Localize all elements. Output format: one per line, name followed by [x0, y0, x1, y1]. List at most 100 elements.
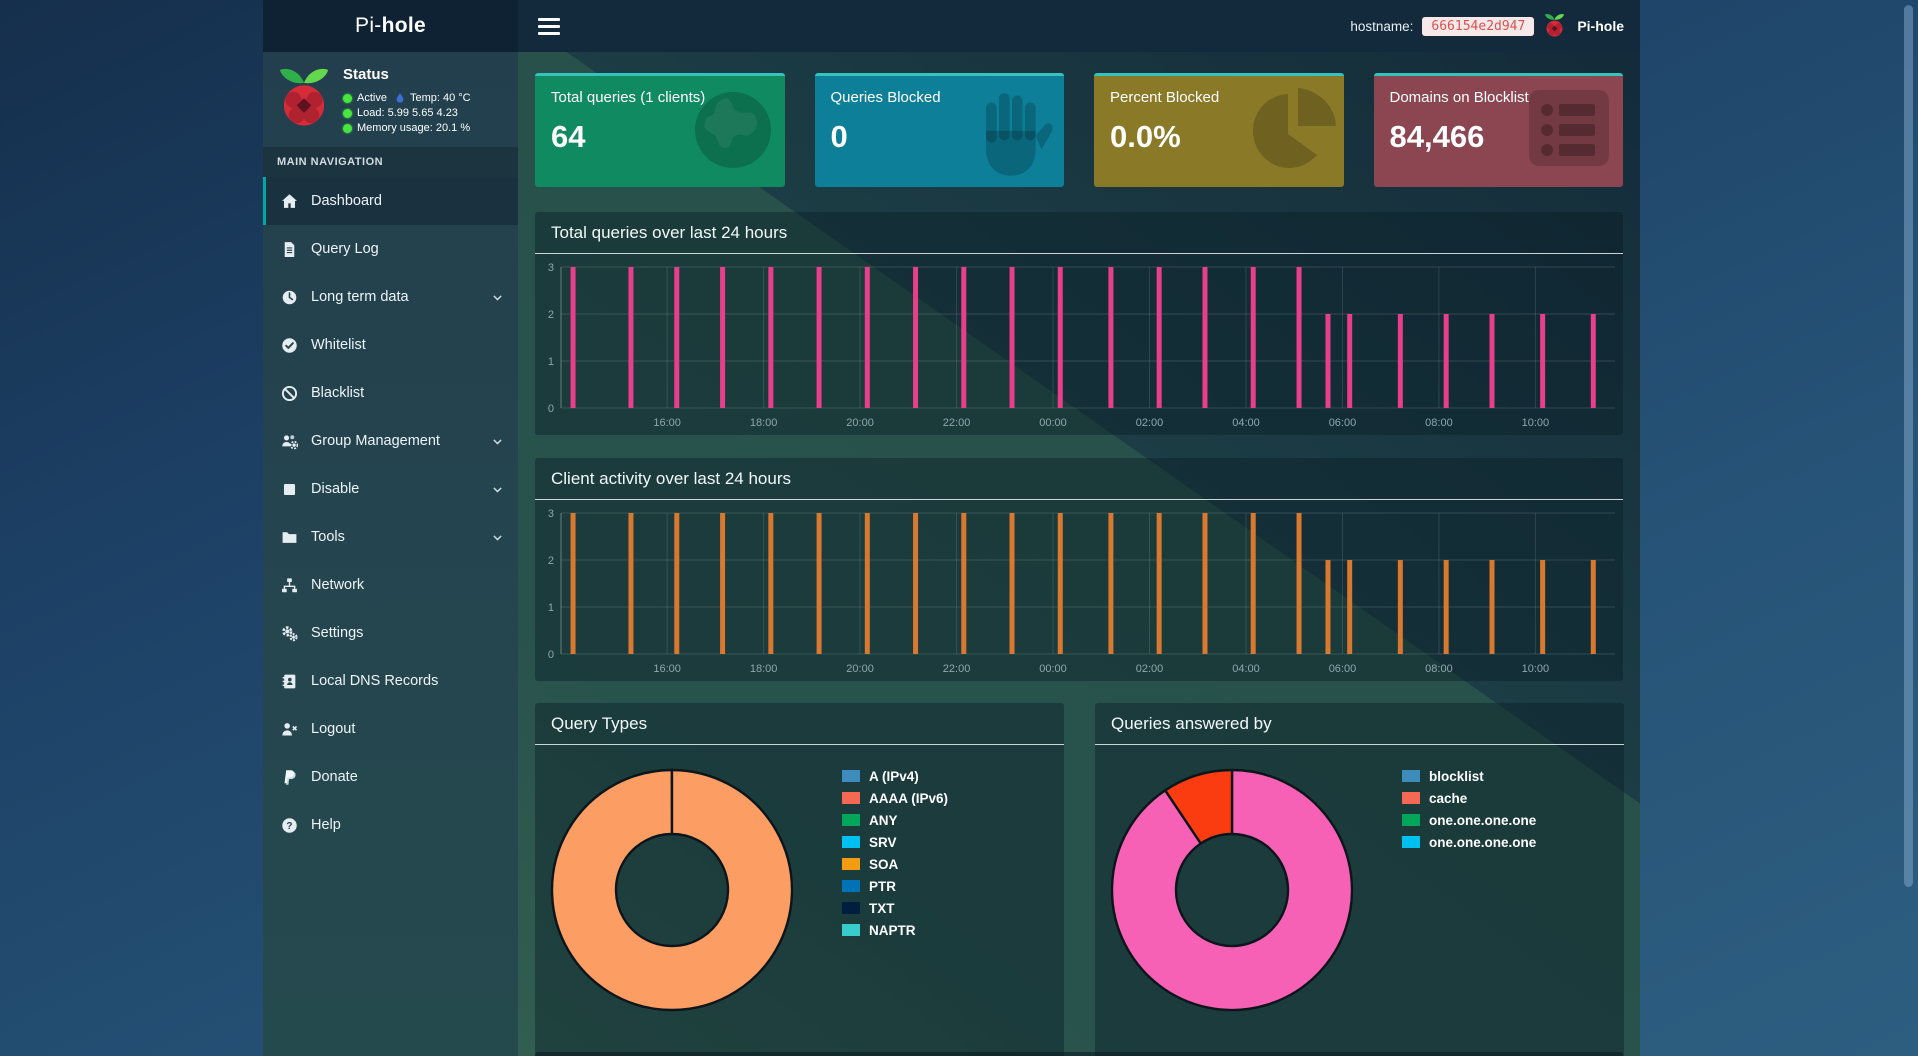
- brand-logo[interactable]: Pi-hole: [263, 0, 518, 52]
- legend-item[interactable]: PTR: [842, 875, 948, 897]
- temperature-icon: [395, 92, 405, 104]
- svg-text:02:00: 02:00: [1136, 663, 1164, 675]
- svg-text:20:00: 20:00: [846, 417, 874, 429]
- svg-text:2: 2: [548, 309, 554, 321]
- sidebar-item-local-dns-records[interactable]: Local DNS Records: [263, 657, 518, 705]
- sidebar-item-blacklist[interactable]: Blacklist: [263, 369, 518, 417]
- total-queries-bar-chart[interactable]: 012316:0018:0020:0022:0000:0002:0004:000…: [535, 255, 1623, 435]
- legend-swatch: [1402, 836, 1420, 848]
- raspberry-logo-icon: [275, 66, 333, 137]
- box-header: Queries answered by: [1095, 703, 1624, 745]
- legend-label: one.one.one.one: [1429, 813, 1536, 828]
- status-panel: Status Active Temp: 40 °C Load: 5.99 5.6…: [263, 52, 518, 147]
- client-activity-chart-box: Client activity over last 24 hours 01231…: [535, 458, 1623, 681]
- svg-text:22:00: 22:00: [943, 417, 971, 429]
- sidebar-item-label: Local DNS Records: [311, 673, 438, 689]
- card-title: Total queries (1 clients): [551, 89, 769, 106]
- queries-answered-legend: blocklist cache one.one.one.one one.one.one…: [1402, 765, 1536, 853]
- total-queries-chart-box: Total queries over last 24 hours 012316:…: [535, 212, 1623, 435]
- question-circle-icon: ?: [281, 817, 298, 834]
- legend-item[interactable]: AAAA (IPv6): [842, 787, 948, 809]
- sidebar-item-tools[interactable]: Tools: [263, 513, 518, 561]
- sidebar-item-disable[interactable]: Disable: [263, 465, 518, 513]
- gears-icon: [281, 625, 298, 642]
- sidebar-item-dashboard[interactable]: Dashboard: [263, 177, 518, 225]
- legend-swatch: [1402, 814, 1420, 826]
- legend-swatch: [842, 770, 860, 782]
- legend-item[interactable]: one.one.one.one: [1402, 831, 1536, 853]
- status-row-memory: Memory usage: 20.1 %: [343, 122, 471, 134]
- query-types-donut-chart[interactable]: [547, 765, 797, 1015]
- sidebar-item-logout[interactable]: Logout: [263, 705, 518, 753]
- svg-text:10:00: 10:00: [1522, 417, 1550, 429]
- legend-item[interactable]: SRV: [842, 831, 948, 853]
- sidebar-toggle-icon[interactable]: [538, 18, 560, 35]
- sidebar-item-group-management[interactable]: Group Management: [263, 417, 518, 465]
- next-box-edge: [535, 1052, 1623, 1056]
- status-active-label: Active: [357, 92, 387, 104]
- sidebar-item-network[interactable]: Network: [263, 561, 518, 609]
- legend-swatch: [842, 814, 860, 826]
- svg-text:20:00: 20:00: [846, 663, 874, 675]
- summary-cards-row: Total queries (1 clients) 64 Queries Blo…: [535, 73, 1623, 187]
- legend-swatch: [842, 924, 860, 936]
- sidebar-item-label: Help: [311, 817, 341, 833]
- sidebar-item-help[interactable]: ? Help: [263, 801, 518, 849]
- legend-swatch: [842, 902, 860, 914]
- content-wrapper: Total queries (1 clients) 64 Queries Blo…: [518, 52, 1640, 1056]
- card-value: 84,466: [1390, 119, 1608, 155]
- client-activity-bar-chart[interactable]: 012316:0018:0020:0022:0000:0002:0004:000…: [535, 501, 1623, 681]
- legend-item[interactable]: ANY: [842, 809, 948, 831]
- status-temp-label: Temp: 40 °C: [410, 92, 471, 104]
- legend-swatch: [842, 858, 860, 870]
- navbar-right: hostname: 666154e2d947: [1350, 13, 1624, 39]
- svg-text:04:00: 04:00: [1232, 417, 1260, 429]
- sidebar-item-label: Network: [311, 577, 364, 593]
- legend-item[interactable]: NAPTR: [842, 919, 948, 941]
- legend-label: PTR: [869, 879, 896, 894]
- status-title: Status: [343, 66, 471, 83]
- card-value: 0: [831, 119, 1049, 155]
- network-icon: [281, 577, 298, 594]
- stop-icon: [281, 481, 298, 498]
- legend-item[interactable]: blocklist: [1402, 765, 1536, 787]
- vertical-scrollbar[interactable]: [1904, 5, 1913, 887]
- svg-text:00:00: 00:00: [1039, 663, 1067, 675]
- sidebar-item-query-log[interactable]: Query Log: [263, 225, 518, 273]
- svg-text:02:00: 02:00: [1136, 417, 1164, 429]
- legend-item[interactable]: cache: [1402, 787, 1536, 809]
- sidebar-item-long-term-data[interactable]: Long term data: [263, 273, 518, 321]
- chevron-down-icon: [491, 435, 504, 448]
- box-header: Client activity over last 24 hours: [535, 458, 1623, 500]
- card-value: 0.0%: [1110, 119, 1328, 155]
- legend-swatch: [1402, 770, 1420, 782]
- legend-item[interactable]: one.one.one.one: [1402, 809, 1536, 831]
- queries-answered-donut-chart[interactable]: [1107, 765, 1357, 1015]
- paypal-icon: [281, 769, 298, 786]
- status-load-label: Load: 5.99 5.65 4.23: [357, 107, 458, 119]
- legend-label: SOA: [869, 857, 898, 872]
- sidebar-item-donate[interactable]: Donate: [263, 753, 518, 801]
- brand-prefix: Pi-: [355, 14, 382, 38]
- user-times-icon: [281, 721, 298, 738]
- status-dot-icon: [343, 109, 352, 118]
- page-background: Pi-hole hostname: 666154e2d947: [0, 0, 1918, 1056]
- sidebar-item-label: Query Log: [311, 241, 379, 257]
- status-row-active: Active Temp: 40 °C: [343, 92, 471, 104]
- sidebar-item-settings[interactable]: Settings: [263, 609, 518, 657]
- sidebar-item-label: Blacklist: [311, 385, 364, 401]
- sidebar-item-whitelist[interactable]: Whitelist: [263, 321, 518, 369]
- legend-item[interactable]: SOA: [842, 853, 948, 875]
- chevron-down-icon: [491, 483, 504, 496]
- svg-text:2: 2: [548, 555, 554, 567]
- box-title: Total queries over last 24 hours: [551, 223, 787, 243]
- svg-text:3: 3: [548, 262, 554, 274]
- legend-item[interactable]: TXT: [842, 897, 948, 919]
- app-name: Pi-hole: [1577, 18, 1624, 34]
- svg-text:00:00: 00:00: [1039, 417, 1067, 429]
- legend-item[interactable]: A (IPv4): [842, 765, 948, 787]
- svg-text:18:00: 18:00: [750, 663, 778, 675]
- legend-label: ANY: [869, 813, 898, 828]
- legend-label: blocklist: [1429, 769, 1484, 784]
- card-percent-blocked: Percent Blocked 0.0%: [1094, 73, 1344, 187]
